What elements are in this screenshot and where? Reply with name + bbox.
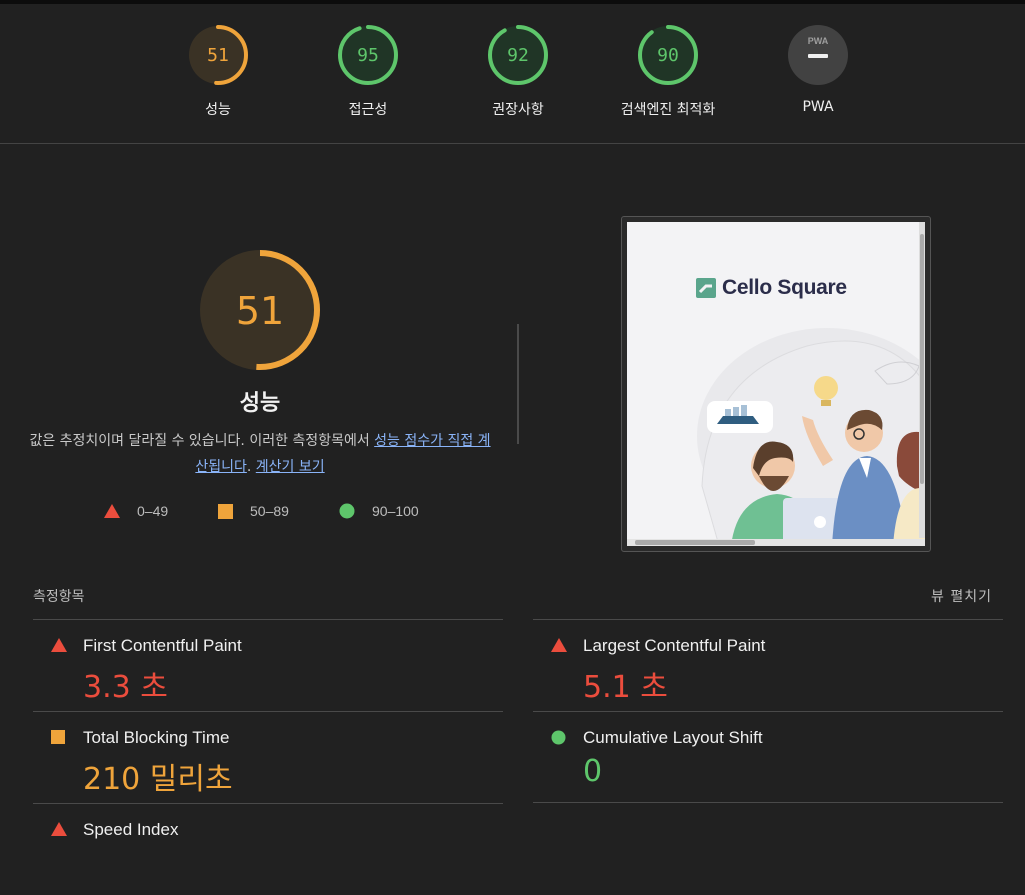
metric-name: Speed Index <box>83 820 179 839</box>
gauge-pwa[interactable]: PWA PWA <box>748 23 888 115</box>
metric-value: 3.3 초 <box>83 670 168 705</box>
metric-name: Largest Contentful Paint <box>583 636 766 655</box>
expand-view-toggle[interactable]: 뷰 펼치기 <box>931 586 992 606</box>
metrics-divider <box>533 802 1003 803</box>
pwa-badge-text: PWA <box>808 36 829 46</box>
legend-range: 90–100 <box>372 503 419 519</box>
gauge-performance[interactable]: 51 성능 <box>148 23 288 119</box>
legend-range: 0–49 <box>137 503 169 519</box>
gauge-score: 51 <box>207 45 229 66</box>
square-icon <box>218 503 233 519</box>
gauge-label: PWA <box>802 99 834 115</box>
metric-tbt: Total Blocking Time 210 밀리초 <box>33 711 503 803</box>
gauge-label: 검색엔진 최적화 <box>620 102 716 118</box>
gauge-seo[interactable]: 90 검색엔진 최적화 <box>598 23 738 119</box>
metric-cls: Cumulative Layout Shift 0 <box>533 711 1003 803</box>
gauge-score: 95 <box>357 45 379 66</box>
gauge-best-practices[interactable]: 92 권장사항 <box>448 23 588 119</box>
legend-pass: 90–100 <box>339 503 419 519</box>
legend-average: 50–89 <box>218 503 289 519</box>
triangle-icon <box>51 638 67 652</box>
triangle-icon <box>51 822 67 836</box>
square-icon <box>51 730 65 744</box>
screenshot-hscrollbar <box>627 539 925 546</box>
metric-fcp: First Contentful Paint 3.3 초 <box>33 619 503 711</box>
brand-logo: Cello Square <box>696 276 847 300</box>
legend-range: 50–89 <box>250 503 289 519</box>
gauge-ring: 92 <box>488 25 548 85</box>
screenshot-canvas: Cello Square <box>627 222 925 546</box>
gauge-label: 접근성 <box>348 102 388 118</box>
metric-name: First Contentful Paint <box>83 636 242 655</box>
metric-value: 210 밀리초 <box>83 762 233 797</box>
triangle-icon <box>104 504 120 518</box>
final-screenshot-thumbnail[interactable]: Cello Square <box>621 216 931 552</box>
gauge-label: 권장사항 <box>492 102 544 118</box>
gauge-ring: 51 <box>188 25 248 85</box>
legend-fail: 0–49 <box>104 503 168 519</box>
gauge-ring: 90 <box>638 25 698 85</box>
metric-name: Cumulative Layout Shift <box>583 728 763 747</box>
vertical-divider <box>517 324 519 444</box>
gauge-score: 90 <box>657 45 679 66</box>
gauge-ring: 95 <box>338 25 398 85</box>
pwa-badge-icon: PWA <box>788 25 848 85</box>
metric-speed-index: Speed Index <box>33 803 503 895</box>
metric-value: 5.1 초 <box>583 670 668 705</box>
gauge-score: 92 <box>507 45 529 66</box>
team-illustration <box>697 328 925 546</box>
screenshot-scrollbar <box>919 222 925 538</box>
performance-score: 51 <box>236 289 284 333</box>
performance-gauge: 51 <box>200 250 320 370</box>
metric-lcp: Largest Contentful Paint 5.1 초 <box>533 619 1003 711</box>
calculator-link[interactable]: 계산기 보기 <box>256 459 325 475</box>
brand-name: Cello Square <box>722 276 847 299</box>
circle-icon <box>339 503 355 519</box>
metric-value: 0 <box>583 754 603 789</box>
metrics-heading: 측정항목 <box>33 589 85 605</box>
triangle-icon <box>551 638 567 652</box>
description-text: 값은 추정치이며 달라질 수 있습니다. 이러한 측정항목에서 <box>29 433 375 449</box>
gauge-label: 성능 <box>205 102 231 118</box>
description-separator: . <box>246 459 256 475</box>
circle-icon <box>551 730 566 745</box>
gauge-accessibility[interactable]: 95 접근성 <box>298 23 438 119</box>
performance-title: 성능 <box>239 391 281 416</box>
category-gauges-bar: 51 성능 95 접근성 92 권장사항 90 검색엔진 최적화 PWA PWA <box>0 4 1025 144</box>
metric-name: Total Blocking Time <box>83 728 230 747</box>
performance-description: 값은 추정치이며 달라질 수 있습니다. 이러한 측정항목에서 성능 점수가 직… <box>28 428 492 480</box>
cello-logo-icon <box>696 278 716 298</box>
